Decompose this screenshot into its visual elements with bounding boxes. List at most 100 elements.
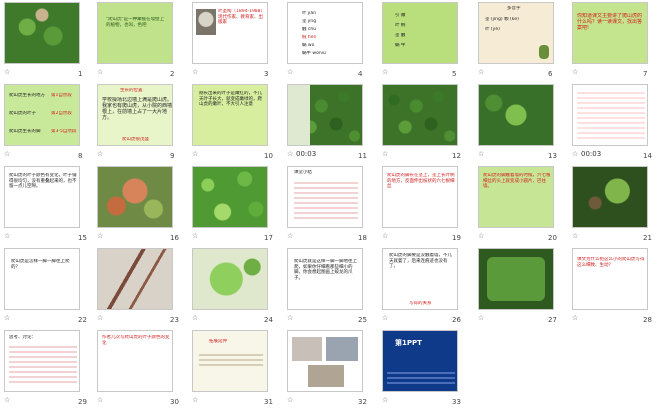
slide-line: 引 嫩 bbox=[395, 13, 406, 18]
slide-text: 爬山虎的脚触着墙的时候，六七根细丝的头上就变成小圆片，巴住墙。 bbox=[483, 173, 551, 189]
slide-number: 1 bbox=[78, 70, 83, 78]
animation-star-icon: ☆ bbox=[382, 314, 389, 322]
animation-star-icon: ☆ bbox=[97, 314, 104, 322]
slide-number: 3 bbox=[264, 70, 269, 78]
slide-thumbnail-1[interactable] bbox=[4, 2, 80, 64]
slide-number: 16 bbox=[170, 234, 179, 242]
slide-number: 17 bbox=[264, 234, 273, 242]
slide-number: 31 bbox=[264, 398, 273, 406]
animation-star-icon: ☆ bbox=[478, 232, 485, 240]
slide-thumbnail-33[interactable]: 第1PPT bbox=[382, 330, 458, 392]
slide-number: 4 bbox=[358, 70, 363, 78]
slide-number: 28 bbox=[643, 316, 652, 324]
animation-star-icon: ☆ bbox=[287, 232, 294, 240]
slide-text: "爬山虎"是一种攀援在墙壁上的植物，也叫，色吧 bbox=[106, 17, 165, 28]
slide-thumbnail-18[interactable]: 课堂小结 bbox=[287, 166, 363, 228]
slide-title: 多音字 bbox=[507, 6, 521, 11]
slide-line: 叶 (yè) bbox=[485, 27, 500, 32]
slide-title: 课堂小结 bbox=[294, 170, 312, 175]
slide-line: 茎 jīng bbox=[302, 19, 317, 24]
slide-thumbnail-23[interactable] bbox=[97, 248, 173, 310]
slide-thumbnail-13[interactable] bbox=[478, 84, 554, 146]
slide-number: 19 bbox=[452, 234, 461, 242]
animation-star-icon: ☆ bbox=[97, 150, 104, 158]
animation-star-icon: ☆ bbox=[4, 396, 11, 404]
slide-thumbnail-22[interactable]: 爬山虎是怎样一脚一脚往上爬的？ bbox=[4, 248, 80, 310]
slide-footer: 爬山虎很茂盛 bbox=[122, 137, 149, 142]
slide-thumbnail-30[interactable]: 作者几次写爬山虎的叶子颜色的变化 bbox=[97, 330, 173, 392]
slide-thumbnail-25[interactable]: 爬山虎就是这样一脚一脚地往上爬，如果你仔细看那些细小的脚，你会想起图画上蛟龙的爪… bbox=[287, 248, 363, 310]
slide-thumbnail-19[interactable]: 爬山虎的脚长在茎上，茎上长叶柄的地方，反面伸出枝状的六七根细丝 bbox=[382, 166, 458, 228]
slide-body bbox=[199, 351, 263, 367]
slide-thumbnail-14[interactable] bbox=[572, 84, 648, 146]
slide-sorter-view: ☆ 1 "爬山虎"是一种攀援在墙壁上的植物，也叫，色吧 ☆ 2 叶圣陶（1894… bbox=[0, 0, 660, 410]
slide-thumbnail-29[interactable]: 思考、讨论： bbox=[4, 330, 80, 392]
animation-star-icon: ☆ bbox=[4, 68, 11, 76]
slide-thumbnail-28[interactable]: 课文为什么把这么小的爬山虎写得这么细致、生动？ bbox=[572, 248, 648, 310]
slide-thumbnail-9[interactable]: 生长的位置 学校操场北边墙上满是爬山虎。我家也有爬山虎，从小院的西墙根上，在前墙… bbox=[97, 84, 173, 146]
slide-text: 你知道课文主要讲了爬山虎的什么吗？读一读课文，找出答案吧! bbox=[577, 13, 643, 31]
slide-thumbnail-11[interactable] bbox=[287, 84, 363, 146]
slide-title: 拓展延伸 bbox=[209, 339, 227, 344]
slide-title: 第1PPT bbox=[395, 339, 422, 347]
animation-star-icon: ☆ bbox=[287, 396, 294, 404]
slide-body bbox=[9, 343, 77, 383]
slide-text: 课文为什么把这么小的爬山虎写得这么细致、生动？ bbox=[577, 257, 645, 268]
slide-thumbnail-17[interactable] bbox=[192, 166, 268, 228]
animation-star-icon: ☆ bbox=[572, 68, 579, 76]
slide-thumbnail-2[interactable]: "爬山虎"是一种攀援在墙壁上的植物，也叫，色吧 bbox=[97, 2, 173, 64]
slide-body bbox=[294, 179, 358, 221]
slide-thumbnail-8[interactable]: 爬山虎生长的地方 第1自然段 爬山虎的叶子 第2自然段 爬山虎生长的脚 第3-5… bbox=[4, 84, 80, 146]
slide-number: 13 bbox=[548, 152, 557, 160]
slide-line: 触 chù bbox=[302, 27, 317, 32]
slide-thumbnail-15[interactable]: 爬山虎的叶子颜色有变化，叶子铺得很均匀，没有重叠起来的，也不留一点儿空隙。 bbox=[4, 166, 80, 228]
slide-thumbnail-27[interactable] bbox=[478, 248, 554, 310]
slide-number: 24 bbox=[264, 316, 273, 324]
animation-star-icon: ☆ bbox=[4, 150, 11, 158]
slide-line: 第2自然段 bbox=[51, 111, 72, 116]
animation-star-icon: ☆ bbox=[192, 68, 199, 76]
slide-line: 叶 jiǎn bbox=[302, 11, 317, 16]
slide-thumbnail-24[interactable] bbox=[192, 248, 268, 310]
slide-text: 学校操场北边墙上满是爬山虎。我家也有爬山虎，从小院的西墙根上，在前墙上占了一大片… bbox=[102, 97, 172, 121]
animation-star-icon: ☆ bbox=[192, 314, 199, 322]
slide-line: 茎 (jìng) 颗 (kē) bbox=[485, 17, 519, 22]
slide-thumbnail-3[interactable]: 叶圣陶（1894-1988）现代作家、教育家、出版家 bbox=[192, 2, 268, 64]
slide-thumbnail-21[interactable] bbox=[572, 166, 648, 228]
slide-line: 第3-5自然段 bbox=[51, 129, 77, 134]
slide-number: 2 bbox=[170, 70, 175, 78]
slide-text: 爬山虎的叶子颜色有变化，叶子铺得很均匀，没有重叠起来的，也不留一点儿空隙。 bbox=[9, 173, 77, 189]
author-portrait bbox=[196, 9, 216, 35]
slide-number: 21 bbox=[643, 234, 652, 242]
animation-star-icon: ☆ bbox=[382, 232, 389, 240]
ivy-photo bbox=[288, 85, 362, 145]
slide-text: 爬山虎的脚长在茎上，茎上长叶柄的地方，反面伸出枝状的六七根细丝 bbox=[387, 173, 455, 189]
slide-thumbnail-12[interactable] bbox=[382, 84, 458, 146]
slide-number: 11 bbox=[358, 152, 367, 160]
animation-star-icon: ☆ bbox=[478, 68, 485, 76]
slide-text: 叶圣陶（1894-1988）现代作家、教育家、出版家 bbox=[218, 9, 266, 25]
slide-thumbnail-6[interactable]: 多音字 茎 (jìng) 颗 (kē) 叶 (yè) bbox=[478, 2, 554, 64]
slide-timing: 00:03 bbox=[296, 150, 317, 158]
slide-thumbnail-4[interactable]: 叶 jiǎn 茎 jīng 触 chù 痕 hén 蜗 wō 蜗牛 wōniú bbox=[287, 2, 363, 64]
slide-number: 27 bbox=[548, 316, 557, 324]
slide-number: 8 bbox=[78, 152, 83, 160]
slide-thumbnail-31[interactable]: 拓展延伸 bbox=[192, 330, 268, 392]
slide-number: 12 bbox=[452, 152, 461, 160]
slide-number: 25 bbox=[358, 316, 367, 324]
slide-thumbnail-32[interactable] bbox=[287, 330, 363, 392]
slide-text: 作者几次写爬山虎的叶子颜色的变化 bbox=[102, 335, 170, 346]
slide-line: 蜗 牛 bbox=[395, 43, 406, 48]
slide-thumbnail-16[interactable] bbox=[97, 166, 173, 228]
slide-thumbnail-5[interactable]: 引 嫩 叶 柄 茎 触 蜗 牛 bbox=[382, 2, 458, 64]
slide-thumbnail-26[interactable]: 爬山虎的脚要是没触着墙，不几天就萎了，后来连痕迹也没有了。 写得的关系 bbox=[382, 248, 458, 310]
slide-thumbnail-7[interactable]: 你知道课文主要讲了爬山虎的什么吗？读一读课文，找出答案吧! bbox=[572, 2, 648, 64]
animation-star-icon: ☆ bbox=[382, 150, 389, 158]
slide-number: 22 bbox=[78, 316, 87, 324]
animation-star-icon: ☆ bbox=[192, 396, 199, 404]
slide-thumbnail-20[interactable]: 爬山虎的脚触着墙的时候，六七根细丝的头上就变成小圆片，巴住墙。 bbox=[478, 166, 554, 228]
slide-line: 茎 触 bbox=[395, 33, 406, 38]
slide-number: 29 bbox=[78, 398, 87, 406]
slide-thumbnail-10[interactable]: 刚长出来的叶子是嫩红的，不几天叶子长大，就变成嫩绿的，爬山虎的嫩叶，不大引人注意 bbox=[192, 84, 268, 146]
slide-number: 26 bbox=[452, 316, 461, 324]
